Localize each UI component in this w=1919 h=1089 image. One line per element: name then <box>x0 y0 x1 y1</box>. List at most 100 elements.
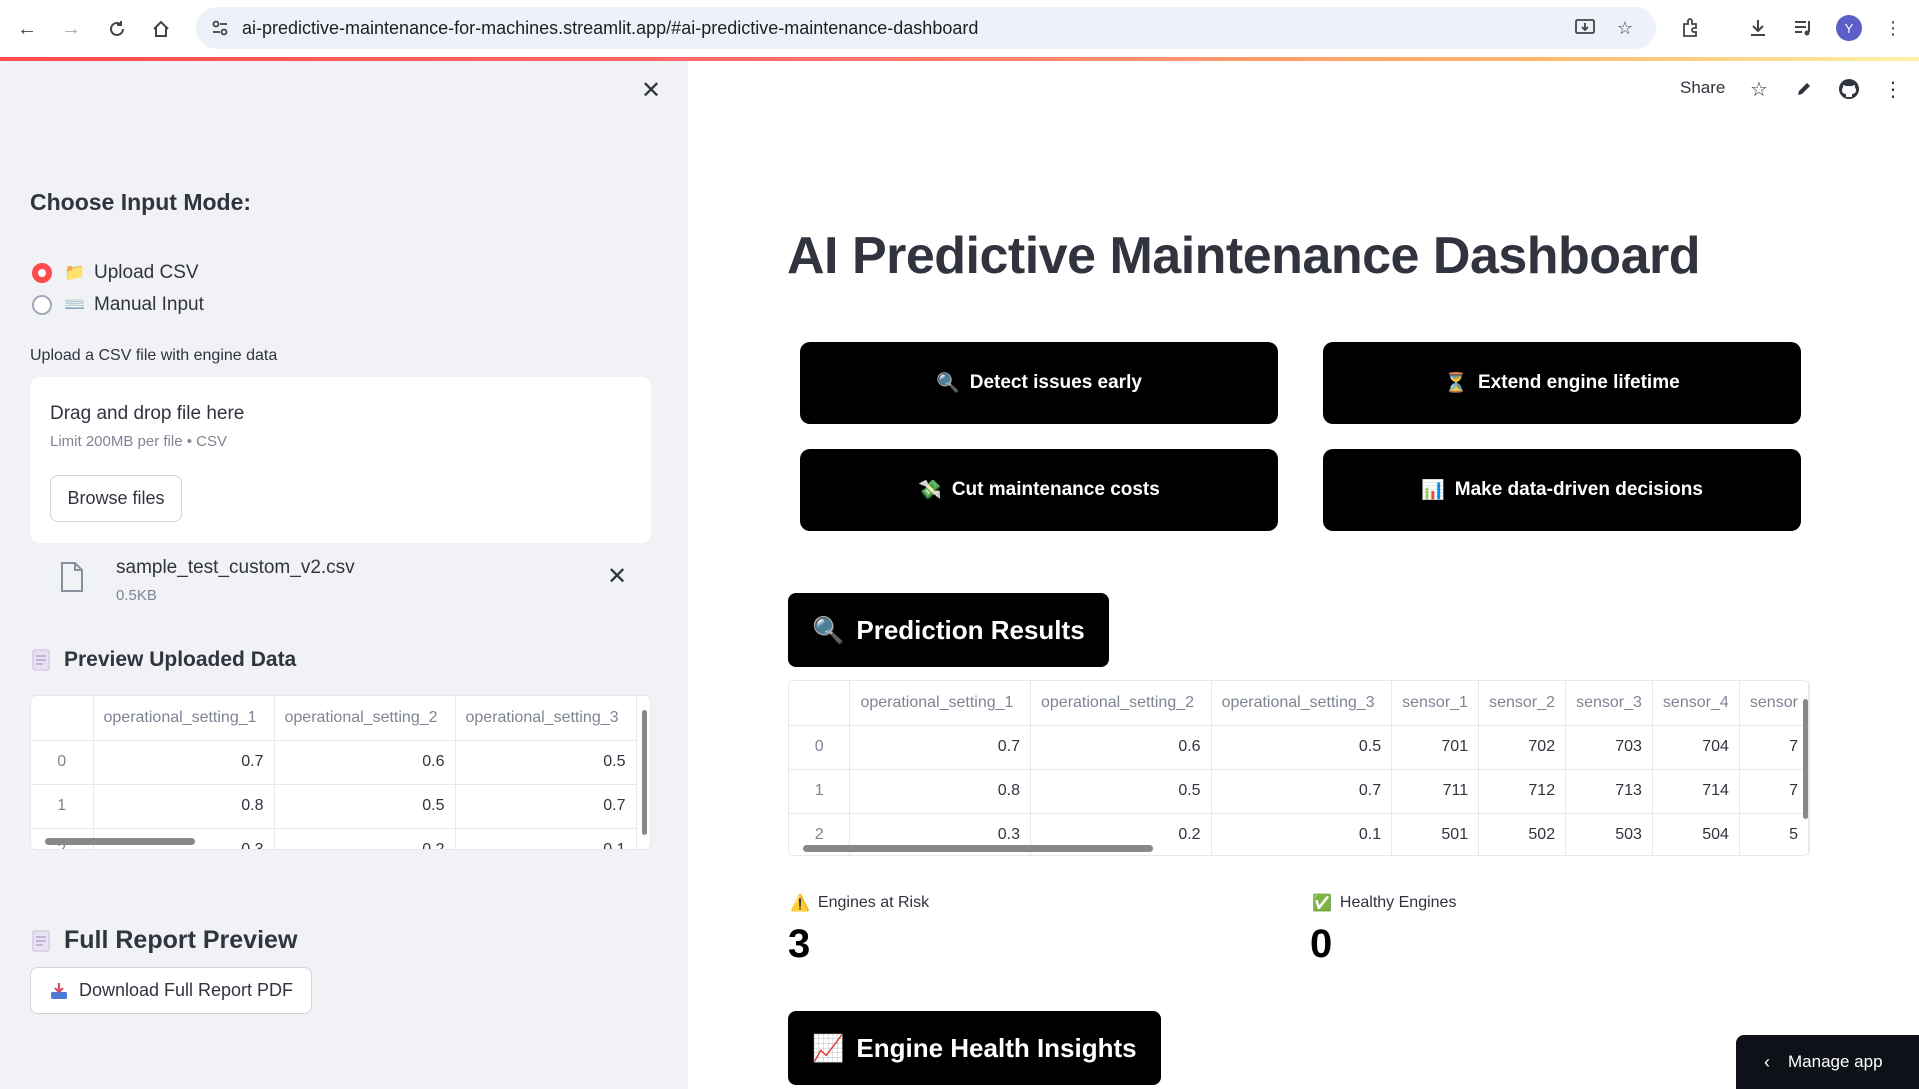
radio-unselected-indicator[interactable] <box>32 295 52 315</box>
preview-horizontal-scrollbar[interactable] <box>45 838 195 845</box>
section-heading-text: Prediction Results <box>856 614 1085 645</box>
section-heading-text: Engine Health Insights <box>856 1032 1137 1063</box>
report-heading-text: Full Report Preview <box>64 926 298 954</box>
browser-toolbar: ← → ai-predictive-maintenance-for-machin… <box>0 0 1919 58</box>
address-bar[interactable]: ai-predictive-maintenance-for-machines.s… <box>196 7 1656 49</box>
table-cell[interactable]: 7 <box>1739 725 1809 770</box>
browse-files-button[interactable]: Browse files <box>50 475 182 522</box>
media-controls-icon[interactable] <box>1790 15 1816 41</box>
close-sidebar-icon[interactable]: ✕ <box>640 77 662 104</box>
site-settings-icon[interactable] <box>210 18 230 38</box>
radio-manual-input[interactable]: ⌨️ Manual Input <box>32 291 204 319</box>
download-report-button[interactable]: Download Full Report PDF <box>30 967 312 1014</box>
table-cell[interactable]: 0.7 <box>1211 769 1393 814</box>
forward-icon[interactable]: → <box>56 14 86 44</box>
feature-label: Detect issues early <box>969 372 1142 393</box>
table-cell[interactable]: 714 <box>1652 769 1740 814</box>
download-label: Download Full Report PDF <box>78 980 294 1000</box>
table-row[interactable]: 0 0.7 0.6 0.5 <box>31 740 637 785</box>
metric-healthy-engines-label: ✅ Healthy Engines <box>1312 893 1456 913</box>
check-mark-icon: ✅ <box>1312 895 1332 912</box>
column-header[interactable]: sensor <box>1739 681 1809 726</box>
column-header[interactable]: operational_setting_3 <box>1211 681 1393 726</box>
table-row[interactable]: 1 0.8 0.5 0.7 711 712 713 714 7 <box>789 769 1809 814</box>
table-cell[interactable]: 0.5 <box>455 740 637 785</box>
column-header[interactable]: sensor_4 <box>1652 681 1740 726</box>
remove-file-icon[interactable]: ✕ <box>606 563 628 590</box>
table-cell[interactable]: 5 <box>1739 813 1809 855</box>
input-mode-heading: Choose Input Mode: <box>30 189 252 215</box>
preview-table[interactable]: operational_setting_1 operational_settin… <box>30 695 651 850</box>
table-cell[interactable]: 702 <box>1478 725 1567 770</box>
column-header[interactable]: operational_setting_1 <box>849 681 1031 726</box>
column-header[interactable]: operational_setting_1 <box>93 696 275 741</box>
column-header[interactable]: operational_setting_3 <box>455 696 637 741</box>
table-cell[interactable]: 504 <box>1652 813 1740 855</box>
radio-upload-csv[interactable]: 📁 Upload CSV <box>32 259 199 287</box>
column-header[interactable]: sensor_1 <box>1391 681 1480 726</box>
table-cell[interactable]: 0.5 <box>1211 725 1393 770</box>
table-cell[interactable]: 0.8 <box>93 784 275 829</box>
table-row[interactable]: 1 0.8 0.5 0.7 <box>31 784 637 829</box>
results-table[interactable]: operational_setting_1 operational_settin… <box>788 680 1810 856</box>
table-cell[interactable]: 712 <box>1478 769 1567 814</box>
column-header[interactable]: sensor_2 <box>1478 681 1567 726</box>
table-cell[interactable]: 0.5 <box>274 784 456 829</box>
radio-label: Upload CSV <box>94 262 199 283</box>
magnifier-icon: 🔍 <box>936 373 960 394</box>
column-header[interactable] <box>31 696 94 741</box>
table-cell[interactable]: 703 <box>1565 725 1653 770</box>
document-icon <box>32 930 50 951</box>
edit-pencil-icon[interactable] <box>1791 76 1817 102</box>
table-cell[interactable]: 0.6 <box>1030 725 1212 770</box>
table-cell[interactable]: 0.8 <box>849 769 1031 814</box>
table-cell[interactable]: 501 <box>1391 813 1480 855</box>
table-cell[interactable]: 7 <box>1739 769 1809 814</box>
table-cell[interactable]: 0.6 <box>274 740 456 785</box>
downloads-icon[interactable] <box>1745 15 1771 41</box>
reload-icon[interactable] <box>102 14 132 44</box>
url-text[interactable]: ai-predictive-maintenance-for-machines.s… <box>242 18 978 39</box>
github-icon[interactable] <box>1836 76 1862 102</box>
app-menu-icon[interactable]: ⋮ <box>1880 76 1906 102</box>
table-cell[interactable]: 713 <box>1565 769 1653 814</box>
table-row[interactable]: 0 0.7 0.6 0.5 701 702 703 704 7 <box>789 725 1809 770</box>
column-header[interactable]: operational_setting_2 <box>1030 681 1212 726</box>
column-header[interactable]: operational_setting_2 <box>274 696 456 741</box>
results-table-header: operational_setting_1 operational_settin… <box>789 681 1809 726</box>
report-heading: Full Report Preview <box>30 926 297 955</box>
results-horizontal-scrollbar[interactable] <box>803 845 1153 852</box>
table-cell[interactable]: 0.7 <box>93 740 275 785</box>
table-cell[interactable]: 503 <box>1565 813 1653 855</box>
table-cell[interactable]: 704 <box>1652 725 1740 770</box>
browser-menu-icon[interactable]: ⋮ <box>1880 15 1906 41</box>
table-cell[interactable]: 711 <box>1391 769 1480 814</box>
share-button[interactable]: Share <box>1680 78 1725 98</box>
results-vertical-scrollbar[interactable] <box>1803 699 1808 819</box>
home-icon[interactable] <box>146 14 176 44</box>
file-dropzone[interactable]: Drag and drop file here Limit 200MB per … <box>30 377 651 543</box>
chevron-left-icon: ‹ <box>1764 1051 1770 1072</box>
favorite-star-icon[interactable]: ☆ <box>1746 76 1772 102</box>
install-app-icon[interactable] <box>1574 17 1596 39</box>
extensions-icon[interactable] <box>1678 15 1704 41</box>
profile-avatar[interactable]: Y <box>1836 15 1862 41</box>
radio-selected-indicator[interactable] <box>32 263 52 283</box>
table-cell[interactable]: 0.1 <box>455 828 637 849</box>
row-index: 1 <box>31 784 94 829</box>
manage-app-button[interactable]: ‹ Manage app <box>1736 1035 1919 1089</box>
table-cell[interactable]: 0.7 <box>849 725 1031 770</box>
table-cell[interactable]: 0.2 <box>274 828 456 849</box>
column-header[interactable] <box>789 681 851 726</box>
table-cell[interactable]: 502 <box>1478 813 1567 855</box>
table-cell[interactable]: 0.5 <box>1030 769 1212 814</box>
table-cell[interactable]: 701 <box>1391 725 1480 770</box>
column-header[interactable]: sensor_3 <box>1565 681 1653 726</box>
feature-label: Make data-driven decisions <box>1454 479 1703 500</box>
back-icon[interactable]: ← <box>12 14 42 44</box>
hourglass-icon: ⏳ <box>1444 373 1468 394</box>
table-cell[interactable]: 0.7 <box>455 784 637 829</box>
preview-vertical-scrollbar[interactable] <box>642 710 647 835</box>
bookmark-star-icon[interactable]: ☆ <box>1614 17 1636 39</box>
table-cell[interactable]: 0.1 <box>1211 813 1393 855</box>
